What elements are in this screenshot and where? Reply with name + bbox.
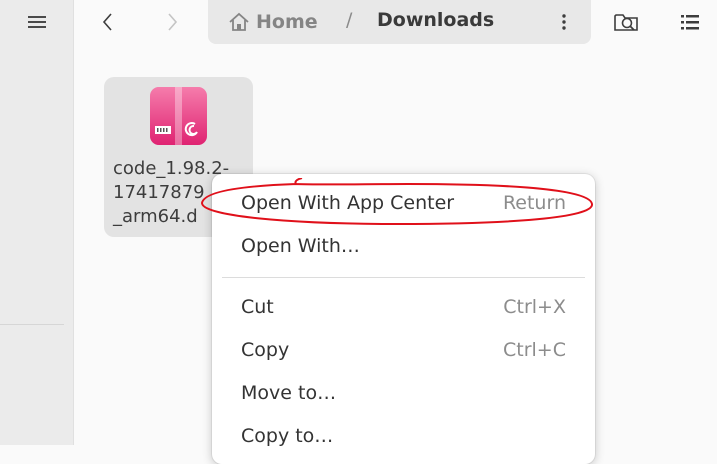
view-toggle-button[interactable] xyxy=(675,8,705,36)
search-button[interactable] xyxy=(612,8,642,36)
forward-button[interactable] xyxy=(158,8,186,36)
menu-item-copy[interactable]: Copy Ctrl+C xyxy=(222,331,585,369)
menu-item-move-to[interactable]: Move to… xyxy=(222,374,585,412)
path-bar: Home / Downloads xyxy=(208,0,591,44)
menu-item-open-with[interactable]: Open With… xyxy=(222,227,585,265)
path-menu-button[interactable] xyxy=(553,9,575,35)
menu-item-accel: Ctrl+C xyxy=(503,339,566,361)
chevron-right-icon xyxy=(168,13,178,31)
menu-item-copy-to[interactable]: Copy to… xyxy=(222,417,585,455)
path-current-folder[interactable]: Downloads xyxy=(377,9,494,31)
menu-item-cut[interactable]: Cut Ctrl+X xyxy=(222,288,585,326)
back-button[interactable] xyxy=(94,8,122,36)
menu-item-label: Open With… xyxy=(241,235,360,257)
list-view-icon xyxy=(681,15,699,30)
debian-package-icon xyxy=(150,87,207,145)
menu-separator xyxy=(222,277,585,278)
menu-item-accel: Ctrl+X xyxy=(503,296,566,318)
path-home-label: Home xyxy=(256,11,318,33)
vertical-ellipsis-icon xyxy=(562,14,566,30)
path-separator: / xyxy=(346,9,353,31)
menu-item-label: Move to… xyxy=(241,382,337,404)
path-home-button[interactable]: Home xyxy=(228,9,318,35)
menu-item-label: Cut xyxy=(241,296,274,318)
menu-item-open-with-app-center[interactable]: Open With App Center Return xyxy=(222,184,585,222)
hamburger-menu-icon[interactable] xyxy=(24,10,50,34)
sidebar-divider xyxy=(0,324,64,325)
menu-item-label: Open With App Center xyxy=(241,192,455,214)
menu-item-label: Copy to… xyxy=(241,425,334,447)
context-menu: Open With App Center Return Open With… C… xyxy=(212,174,595,464)
home-icon xyxy=(229,12,249,31)
menu-item-label: Copy xyxy=(241,339,290,361)
chevron-left-icon xyxy=(102,13,112,31)
sidebar xyxy=(0,0,74,445)
menu-item-accel: Return xyxy=(502,192,566,214)
search-folder-icon xyxy=(614,14,638,31)
